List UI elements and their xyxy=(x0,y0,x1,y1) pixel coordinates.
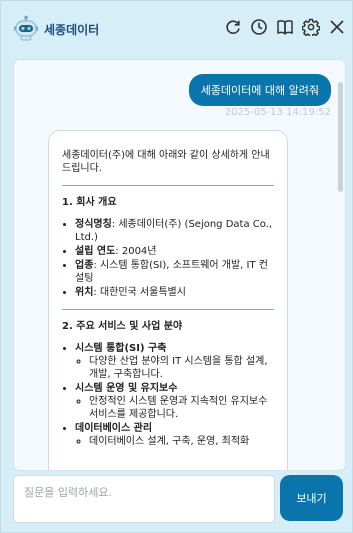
app-title: 세종데이터 xyxy=(44,23,100,37)
sub-item: 데이터베이스 설계, 구축, 운영, 최적화 xyxy=(89,435,274,448)
item-label: 데이터베이스 관리 xyxy=(75,423,153,434)
list-item: 시스템 통합(SI) 구축 다양한 산업 분야의 IT 시스템을 통합 설계, … xyxy=(75,342,274,381)
list-item: 시스템 운영 및 유지보수 안정적인 시스템 운영과 지속적인 유지보수 서비스… xyxy=(75,382,274,421)
list-item: 정식명칭: 세종데이터(주) (Sejong Data Co., Ltd.) xyxy=(75,218,274,244)
robot-logo-icon xyxy=(14,15,38,41)
header-toolbar xyxy=(224,18,346,36)
item-label: 시스템 운영 및 유지보수 xyxy=(75,383,178,394)
item-label: 정식명칭 xyxy=(75,219,112,230)
bot-intro: 세종데이터(주)에 대해 아래와 같이 상세하게 안내드립니다. xyxy=(62,150,270,174)
list-item: 설립 연도: 2004년 xyxy=(75,245,274,258)
close-icon[interactable] xyxy=(328,18,346,36)
item-label: 업종 xyxy=(75,260,94,271)
list-item: 업종: 시스템 통합(SI), 소프트웨어 개발, IT 컨설팅 xyxy=(75,259,274,285)
user-message: 세종데이터에 대해 알려줘 xyxy=(188,74,331,106)
divider xyxy=(62,185,274,186)
sub-item: 안정적인 시스템 운영과 지속적인 유지보수 서비스를 제공합니다. xyxy=(89,395,274,421)
book-icon[interactable] xyxy=(276,18,294,36)
sub-item: 다양한 산업 분야의 IT 시스템을 통합 설계, 개발, 구축합니다. xyxy=(89,355,274,381)
list-item: 데이터베이스 관리 데이터베이스 설계, 구축, 운영, 최적화 xyxy=(75,422,274,448)
sub-list: 데이터베이스 설계, 구축, 운영, 최적화 xyxy=(75,435,274,448)
divider xyxy=(62,309,274,310)
header: 세종데이터 xyxy=(1,1,353,57)
refresh-icon[interactable] xyxy=(224,18,242,36)
services-list: 시스템 통합(SI) 구축 다양한 산업 분야의 IT 시스템을 통합 설계, … xyxy=(62,342,274,448)
section-title: 2. 주요 서비스 및 사업 분야 xyxy=(62,321,183,332)
scrollbar[interactable] xyxy=(338,82,343,192)
item-label: 설립 연도 xyxy=(75,246,116,257)
message-timestamp: 2025-05-13 14:19:52 xyxy=(224,107,331,118)
item-text: : 2004년 xyxy=(115,246,157,257)
section-title: 1. 회사 개요 xyxy=(62,197,117,208)
item-text: : 대한민국 서울특별시 xyxy=(93,287,186,298)
chat-window: 세종데이터 세종데이터에 대해 알려줘 2025-05-13 14:19:52 … xyxy=(0,0,353,533)
sub-list: 다양한 산업 분야의 IT 시스템을 통합 설계, 개발, 구축합니다. xyxy=(75,355,274,381)
send-button[interactable]: 보내기 xyxy=(280,475,343,521)
gear-icon[interactable] xyxy=(302,18,320,36)
bot-message: 세종데이터(주)에 대해 아래와 같이 상세하게 안내드립니다. 1. 회사 개… xyxy=(48,130,288,470)
item-text: : 시스템 통합(SI), 소프트웨어 개발, IT 컨설팅 xyxy=(75,260,268,284)
sub-list: 안정적인 시스템 운영과 지속적인 유지보수 서비스를 제공합니다. xyxy=(75,395,274,421)
company-overview-list: 정식명칭: 세종데이터(주) (Sejong Data Co., Ltd.) 설… xyxy=(62,218,274,299)
item-label: 시스템 통합(SI) 구축 xyxy=(75,343,167,354)
list-item: 위치: 대한민국 서울특별시 xyxy=(75,286,274,299)
history-clock-icon[interactable] xyxy=(250,18,268,36)
message-input[interactable] xyxy=(14,476,274,522)
message-input-box xyxy=(13,475,275,523)
item-label: 위치 xyxy=(75,287,94,298)
chat-area[interactable]: 세종데이터에 대해 알려줘 2025-05-13 14:19:52 세종데이터(… xyxy=(13,59,346,471)
